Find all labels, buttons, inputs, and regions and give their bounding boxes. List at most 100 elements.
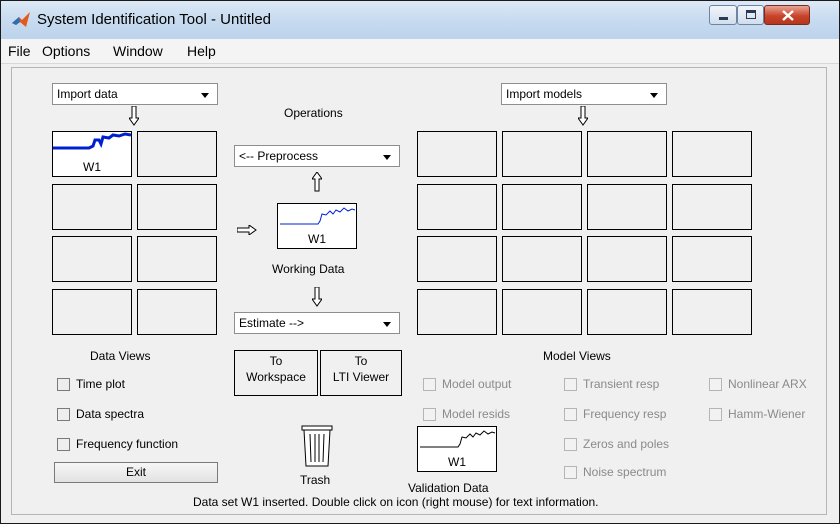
- matlab-logo-icon: [12, 12, 30, 27]
- model-slot[interactable]: [672, 289, 752, 335]
- status-text: Data set W1 inserted. Double click on ic…: [193, 495, 599, 509]
- chevron-down-icon: [383, 322, 391, 327]
- arrow-right-icon: [237, 225, 257, 235]
- close-button[interactable]: [764, 5, 810, 25]
- arrow-down-icon: [312, 287, 322, 307]
- frequency-function-label: Frequency function: [76, 437, 179, 451]
- data-slot[interactable]: [52, 184, 132, 230]
- model-output-checkbox[interactable]: [423, 378, 436, 391]
- maximize-button[interactable]: [737, 5, 764, 25]
- model-slot[interactable]: [417, 289, 497, 335]
- hamm-wiener-label: Hamm-Wiener: [728, 407, 806, 421]
- data-spectra-checkbox[interactable]: [57, 408, 70, 421]
- data-slot[interactable]: [52, 289, 132, 335]
- frequency-resp-label: Frequency resp: [583, 407, 667, 421]
- model-resids-checkbox[interactable]: [423, 408, 436, 421]
- zeros-poles-checkbox[interactable]: [564, 438, 577, 451]
- menu-bar: File Options Window Help: [1, 39, 839, 64]
- menu-window[interactable]: Window: [113, 43, 163, 59]
- menu-options[interactable]: Options: [42, 43, 90, 59]
- data-plot-thumbnail: [53, 132, 131, 150]
- arrow-up-icon: [312, 172, 322, 192]
- operations-heading: Operations: [284, 106, 343, 120]
- title-bar: System Identification Tool - Untitled: [1, 1, 839, 39]
- chevron-down-icon: [201, 93, 209, 98]
- data-slot[interactable]: [137, 236, 217, 282]
- data-icon-label: W1: [83, 160, 101, 174]
- noise-spectrum-checkbox[interactable]: [564, 466, 577, 479]
- working-data-icon-label: W1: [308, 232, 326, 246]
- app-window: System Identification Tool - Untitled Fi…: [0, 0, 840, 524]
- model-resids-label: Model resids: [442, 407, 511, 421]
- arrow-down-icon: [129, 106, 139, 126]
- arrow-down-icon: [578, 106, 588, 126]
- hamm-wiener-checkbox[interactable]: [709, 408, 722, 421]
- data-slot[interactable]: [137, 184, 217, 230]
- model-slot[interactable]: [672, 184, 752, 230]
- data-spectra-label: Data spectra: [76, 407, 145, 421]
- model-slot[interactable]: [587, 131, 667, 177]
- model-slot[interactable]: [502, 184, 582, 230]
- transient-resp-checkbox[interactable]: [564, 378, 577, 391]
- validation-data-label: Validation Data: [408, 481, 489, 495]
- model-slot[interactable]: [502, 131, 582, 177]
- main-panel: Import data W1 Operations <-- Preprocess: [11, 67, 827, 515]
- menu-help[interactable]: Help: [187, 43, 216, 59]
- preprocess-label: <-- Preprocess: [239, 149, 319, 163]
- model-slot[interactable]: [587, 289, 667, 335]
- to-workspace-line1: To: [269, 354, 283, 368]
- model-output-label: Model output: [442, 377, 512, 391]
- zeros-poles-label: Zeros and poles: [583, 437, 670, 451]
- trash-label: Trash: [300, 473, 331, 487]
- data-icon-w1[interactable]: W1: [52, 131, 132, 177]
- to-workspace-line2: Workspace: [246, 370, 306, 384]
- data-views-heading: Data Views: [90, 349, 151, 363]
- to-lti-line1: To: [354, 354, 368, 368]
- model-slot[interactable]: [672, 236, 752, 282]
- model-slot[interactable]: [502, 289, 582, 335]
- model-slot[interactable]: [417, 236, 497, 282]
- validation-data-thumbnail: [420, 430, 496, 448]
- time-plot-label: Time plot: [76, 377, 125, 391]
- working-data-icon[interactable]: W1: [277, 203, 357, 249]
- nonlinear-arx-label: Nonlinear ARX: [728, 377, 807, 391]
- estimate-dropdown[interactable]: Estimate -->: [234, 312, 400, 334]
- data-slot[interactable]: [52, 236, 132, 282]
- frequency-function-checkbox[interactable]: [57, 438, 70, 451]
- transient-resp-label: Transient resp: [583, 377, 660, 391]
- model-slot[interactable]: [587, 236, 667, 282]
- import-data-dropdown[interactable]: Import data: [52, 83, 218, 105]
- to-lti-viewer-button[interactable]: To LTI Viewer: [320, 350, 402, 396]
- close-icon: [782, 10, 794, 21]
- to-workspace-button[interactable]: To Workspace: [234, 350, 318, 396]
- data-slot[interactable]: [137, 131, 217, 177]
- frequency-resp-checkbox[interactable]: [564, 408, 577, 421]
- model-views-heading: Model Views: [543, 349, 611, 363]
- to-lti-line2: LTI Viewer: [332, 370, 390, 384]
- minimize-icon: [719, 17, 728, 20]
- validation-data-icon[interactable]: W1: [417, 426, 497, 472]
- window-title: System Identification Tool - Untitled: [37, 11, 272, 28]
- data-slot[interactable]: [137, 289, 217, 335]
- import-data-label: Import data: [57, 87, 118, 101]
- exit-button[interactable]: Exit: [54, 462, 218, 483]
- time-plot-checkbox[interactable]: [57, 378, 70, 391]
- model-slot[interactable]: [672, 131, 752, 177]
- model-slot[interactable]: [587, 184, 667, 230]
- model-slot[interactable]: [502, 236, 582, 282]
- maximize-icon: [746, 10, 756, 19]
- import-models-dropdown[interactable]: Import models: [501, 83, 667, 105]
- working-data-thumbnail: [280, 207, 356, 225]
- trash-icon[interactable]: [300, 424, 334, 468]
- model-slot[interactable]: [417, 184, 497, 230]
- import-models-label: Import models: [506, 87, 583, 101]
- working-data-label: Working Data: [272, 262, 345, 276]
- noise-spectrum-label: Noise spectrum: [583, 465, 667, 479]
- chevron-down-icon: [650, 93, 658, 98]
- nonlinear-arx-checkbox[interactable]: [709, 378, 722, 391]
- model-slot[interactable]: [417, 131, 497, 177]
- minimize-button[interactable]: [709, 5, 737, 25]
- preprocess-dropdown[interactable]: <-- Preprocess: [234, 145, 400, 167]
- menu-file[interactable]: File: [8, 43, 31, 59]
- chevron-down-icon: [383, 155, 391, 160]
